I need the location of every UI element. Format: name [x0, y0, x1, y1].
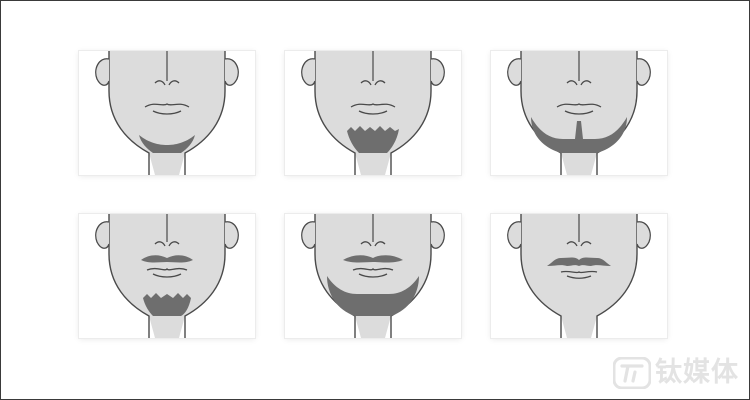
face-panel-1 [79, 51, 255, 175]
face-illustration-stubble [301, 51, 445, 175]
face-illustration-chin-stubble-mustache [95, 214, 239, 338]
face-illustration-handlebar-mustache [507, 214, 651, 338]
face-panel-6 [491, 214, 667, 338]
face-panel-5 [285, 214, 461, 338]
tmt-logo-icon [613, 357, 651, 389]
figure-frame: 钛媒体 [0, 0, 750, 400]
face-panel-3 [491, 51, 667, 175]
face-panel-2 [285, 51, 461, 175]
watermark-text: 钛媒体 [655, 357, 739, 388]
watermark: 钛媒体 [613, 357, 739, 389]
face-panel-4 [79, 214, 255, 338]
face-illustration-jaw-beard-soul-patch [507, 51, 651, 175]
face-illustration-chin-strap [95, 51, 239, 175]
face-illustration-full-jaw-beard-mustache [301, 214, 445, 338]
